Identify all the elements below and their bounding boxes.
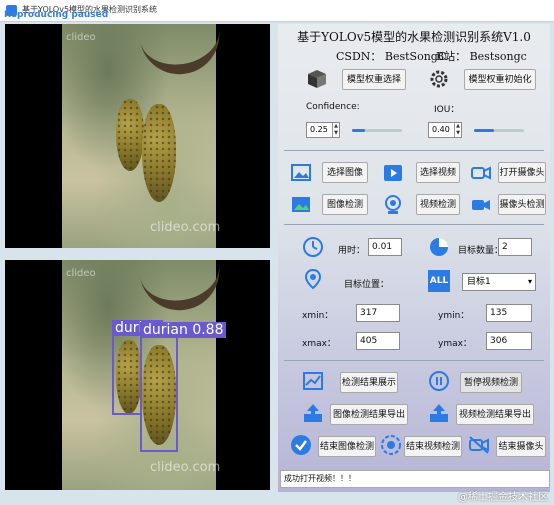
export-image-results-button[interactable]: 图像检测结果导出: [330, 404, 408, 425]
check-circle-icon: [291, 435, 311, 455]
iou-slider-fill: [474, 129, 494, 132]
spin-arrows-icon[interactable]: ▲ ▼: [454, 123, 461, 137]
cube-icon: [308, 70, 326, 88]
target-select[interactable]: 目标1 ▾: [462, 273, 536, 291]
detection-box: [112, 333, 142, 415]
confidence-spinbox[interactable]: 0.25 ▲ ▼: [306, 122, 340, 138]
bilibili-credit: B站： Bestsongc: [436, 50, 527, 63]
model-weight-select-button[interactable]: 模型权重选择: [342, 69, 406, 90]
ymax-field: 306: [486, 332, 532, 350]
target-position-label: 目标位置：: [344, 280, 390, 290]
status-bar: 成功打开视频！！！: [280, 470, 550, 488]
iou-label: IOU：: [434, 105, 460, 115]
clock-icon: [303, 237, 323, 257]
confidence-slider[interactable]: [352, 129, 402, 132]
image-icon: [291, 164, 311, 181]
image-detect-icon: [292, 197, 310, 212]
detection-class: durian: [143, 322, 188, 338]
image-detect-button[interactable]: 图像检测: [322, 194, 368, 215]
target-select-value: 目标1: [467, 277, 491, 287]
confidence-value: 0.25: [310, 125, 328, 134]
upload-icon: [430, 404, 448, 422]
pie-chart-icon: [430, 238, 448, 256]
tree-branch: [138, 260, 226, 317]
gear-icon: [430, 70, 448, 88]
xmin-field: 317: [356, 304, 400, 322]
time-label: 用时：: [338, 246, 366, 256]
end-camera-button[interactable]: 结束摄像头: [496, 436, 546, 457]
spin-arrows-icon[interactable]: ▲ ▼: [332, 123, 339, 137]
camera-detect-button[interactable]: 摄像头检测: [498, 194, 546, 215]
photo-watermark: clideo.com: [150, 220, 221, 235]
camera-off-icon: [469, 436, 489, 454]
video-detect-button[interactable]: 视频检测: [416, 194, 460, 215]
end-video-detect-button[interactable]: 结束视频检测: [404, 436, 462, 457]
ymin-field: 135: [486, 304, 532, 322]
original-image-view: clideo clideo.com: [5, 24, 270, 248]
end-image-detect-button[interactable]: 结束图像检测: [318, 436, 376, 457]
window-titlebar: 基于YOLOv5模型的水果检测识别系统 Reproducing paused: [0, 0, 554, 22]
target-count-label: 目标数量：: [458, 246, 504, 256]
xmax-label: xmax：: [302, 339, 336, 349]
detection-label: durian 0.88: [140, 322, 227, 338]
xmax-field: 405: [356, 332, 400, 350]
line-chart-icon: [303, 372, 323, 390]
upload-icon: [304, 404, 322, 422]
pause-video-button[interactable]: 暂停视频检测: [460, 372, 522, 393]
open-camera-button[interactable]: 打开摄像头: [498, 162, 546, 183]
durian-fruit: [116, 99, 144, 171]
time-field: 0.01: [368, 238, 402, 256]
detection-box: [140, 336, 178, 452]
section-divider: [284, 224, 544, 225]
durian-fruit: [142, 104, 176, 202]
detection-image-view: clideo clideo.com durian durian 0.88: [5, 260, 270, 490]
camera-icon: [471, 166, 491, 180]
photo-watermark: clideo.com: [150, 460, 221, 475]
confidence-slider-fill: [352, 129, 365, 132]
ymax-label: ymax：: [438, 339, 472, 349]
fruit-photo-detected: clideo clideo.com durian durian 0.88: [62, 260, 227, 490]
video-file-icon: [384, 165, 402, 181]
corner-watermark: @稀土掘金技术社区: [458, 492, 548, 503]
all-targets-icon: ALL: [428, 270, 450, 292]
confidence-label: Confidence:: [306, 102, 360, 112]
show-results-button[interactable]: 检测结果展示: [340, 372, 398, 393]
photo-logo: clideo: [66, 32, 96, 43]
app-title: 基于YOLOv5模型的水果检测识别系统V1.0: [297, 30, 531, 44]
detection-confidence: 0.88: [192, 322, 224, 338]
chevron-down-icon: ▾: [527, 277, 532, 286]
export-video-results-button[interactable]: 视频检测结果导出: [456, 404, 534, 425]
tree-branch: [138, 24, 226, 81]
select-image-button[interactable]: 选择图像: [322, 162, 368, 183]
model-weight-init-button[interactable]: 模型权重初始化: [464, 69, 536, 90]
pause-icon: [429, 371, 449, 391]
csdn-credit: CSDN： BestSongC: [336, 50, 447, 63]
iou-slider[interactable]: [474, 129, 524, 132]
video-camera-icon: [472, 200, 490, 210]
overlay-label: Reproducing paused: [4, 10, 109, 20]
select-video-button[interactable]: 选择视频: [416, 162, 460, 183]
control-panel: 基于YOLOv5模型的水果检测识别系统V1.0 CSDN： BestSongC …: [278, 24, 550, 492]
photo-logo: clideo: [66, 268, 96, 279]
xmin-label: xmin：: [302, 311, 334, 321]
stop-video-icon: [381, 435, 401, 455]
fruit-photo: clideo clideo.com: [62, 24, 226, 248]
webcam-icon: [385, 195, 401, 214]
iou-spinbox[interactable]: 0.40 ▲ ▼: [428, 122, 462, 138]
iou-value: 0.40: [432, 125, 450, 134]
ymin-label: ymin：: [438, 311, 470, 321]
section-divider: [284, 360, 544, 361]
section-divider: [284, 150, 544, 151]
target-count-field: 2: [498, 238, 532, 256]
location-pin-icon: [304, 268, 322, 290]
